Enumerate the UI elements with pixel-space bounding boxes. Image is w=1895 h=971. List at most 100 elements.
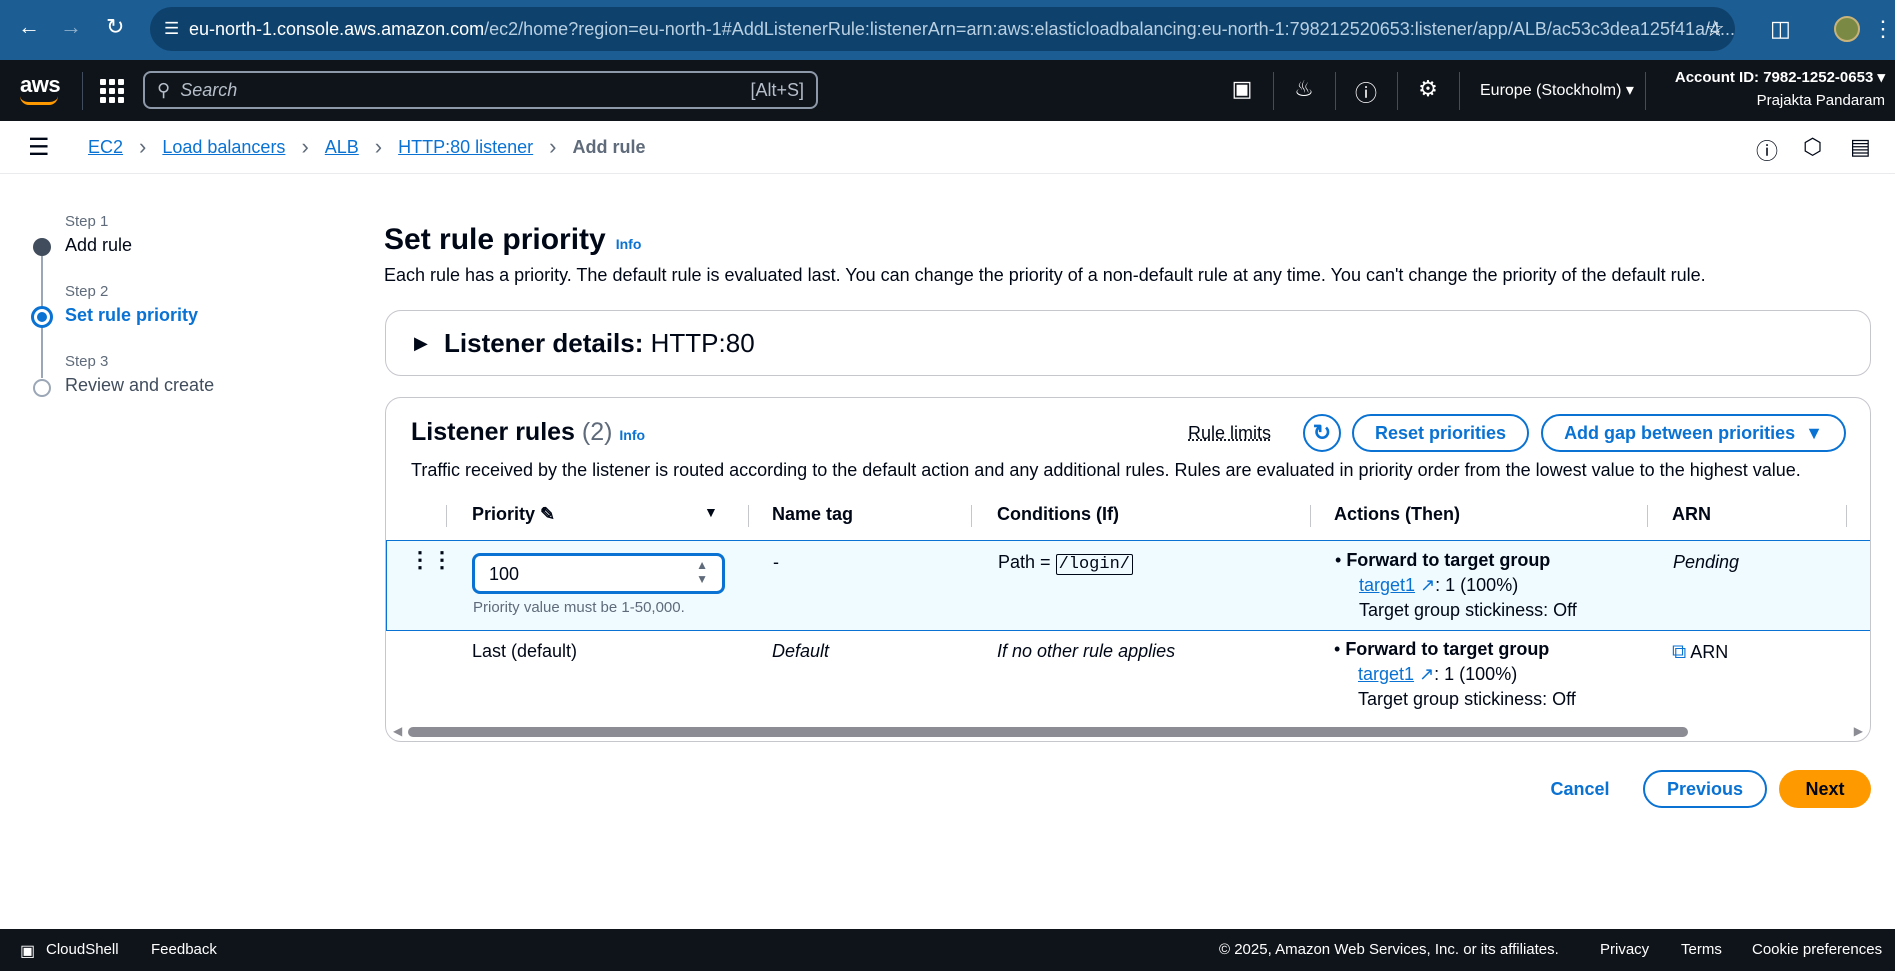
- cancel-button[interactable]: Cancel: [1530, 770, 1630, 808]
- target-group-link[interactable]: target1: [1358, 664, 1414, 684]
- cloudshell-link[interactable]: CloudShell: [46, 941, 119, 958]
- bookmark-star-icon[interactable]: ☆: [1705, 16, 1725, 42]
- stickiness-text: Target group stickiness: Off: [1358, 689, 1576, 709]
- scroll-right-icon[interactable]: ▶: [1854, 724, 1863, 738]
- breadcrumb-ec2[interactable]: EC2: [88, 137, 123, 158]
- condition-path-value: /login/: [1055, 554, 1133, 575]
- security-settings-icon[interactable]: ⬡: [1803, 134, 1822, 160]
- cloudshell-icon[interactable]: ▣: [20, 941, 35, 961]
- step-3-dot: [33, 379, 51, 397]
- step-3-number: Step 3: [65, 353, 109, 370]
- info-panel-icon[interactable]: ⓘ: [1756, 134, 1778, 166]
- condition-cell: If no other rule applies: [997, 641, 1176, 661]
- privacy-link[interactable]: Privacy: [1600, 941, 1649, 958]
- feedback-link[interactable]: Feedback: [151, 941, 217, 958]
- arn-cell: Pending: [1673, 552, 1740, 572]
- search-shortcut: [Alt+S]: [750, 79, 804, 100]
- site-settings-icon[interactable]: ☰: [164, 19, 189, 39]
- drag-handle-icon[interactable]: ⋮⋮: [409, 547, 453, 573]
- reset-priorities-button[interactable]: Reset priorities: [1352, 414, 1529, 452]
- chevron-right-icon: ›: [301, 134, 309, 159]
- rule-limits-link[interactable]: Rule limits: [1188, 423, 1271, 444]
- rules-count: (2): [581, 418, 613, 446]
- terms-link[interactable]: Terms: [1681, 941, 1722, 958]
- region-selector[interactable]: Europe (Stockholm) ▾: [1480, 80, 1634, 100]
- info-link[interactable]: Info: [616, 236, 642, 252]
- step-1-label[interactable]: Add rule: [65, 235, 132, 256]
- column-separator: [971, 505, 972, 527]
- sort-caret-icon[interactable]: ▼: [704, 504, 718, 520]
- cloudshell-icon[interactable]: ▣: [1228, 76, 1256, 102]
- column-priority-label: Priority: [472, 504, 536, 524]
- previous-button[interactable]: Previous: [1643, 770, 1767, 808]
- chevron-right-icon: ›: [374, 134, 383, 159]
- column-separator: [446, 505, 447, 527]
- listener-details-label: Listener details:: [444, 328, 644, 358]
- step-connector: [41, 256, 43, 308]
- aws-logo-smile: [20, 96, 58, 105]
- aws-logo-text: aws: [20, 72, 61, 97]
- external-link-icon: ↗: [1420, 575, 1436, 595]
- help-icon[interactable]: ⓘ: [1352, 76, 1380, 108]
- aws-logo[interactable]: aws: [20, 72, 61, 105]
- next-button[interactable]: Next: [1779, 770, 1871, 808]
- external-link-icon: ↗: [1419, 664, 1435, 684]
- divider: [82, 72, 83, 110]
- breadcrumb-listener[interactable]: HTTP:80 listener: [398, 137, 533, 158]
- console-feedback-icon[interactable]: ▤: [1850, 134, 1871, 160]
- settings-gear-icon[interactable]: ⚙: [1414, 76, 1442, 102]
- column-conditions: Conditions (If): [997, 504, 1119, 524]
- search-input[interactable]: ⚲ Search [Alt+S]: [143, 71, 818, 109]
- column-separator: [1647, 505, 1648, 527]
- copy-icon: ⧉: [1672, 641, 1687, 663]
- column-separator: [748, 505, 749, 527]
- browser-toolbar: ← → ↻ ☰ eu-north-1.console.aws.amazon.co…: [0, 0, 1895, 60]
- column-actions: Actions (Then): [1334, 504, 1460, 524]
- scrollbar-thumb[interactable]: [408, 727, 1688, 737]
- browser-menu-icon[interactable]: ⋮: [1872, 16, 1894, 42]
- profile-avatar[interactable]: [1834, 16, 1860, 42]
- hamburger-menu-icon[interactable]: ☰: [28, 133, 88, 162]
- breadcrumb-load-balancers[interactable]: Load balancers: [162, 137, 285, 158]
- forward-icon[interactable]: →: [60, 14, 82, 40]
- extensions-icon[interactable]: ◫: [1770, 16, 1791, 42]
- column-name-tag: Name tag: [772, 504, 854, 524]
- url-host: eu-north-1.console.aws.amazon.com: [188, 18, 485, 39]
- listener-details-expander[interactable]: ▶ Listener details: HTTP:80: [385, 310, 1871, 376]
- listener-rules-title: Listener rules (2) Info: [411, 418, 645, 447]
- page-header: Set rule priority Info: [384, 223, 641, 257]
- search-placeholder: Search: [180, 79, 238, 100]
- cookie-preferences-link[interactable]: Cookie preferences: [1752, 941, 1882, 958]
- address-bar[interactable]: ☰ eu-north-1.console.aws.amazon.com/ec2/…: [150, 7, 1735, 51]
- arn-copy-button[interactable]: ⧉ ARN: [1672, 641, 1728, 664]
- breadcrumb: ☰ EC2 › Load balancers › ALB › HTTP:80 l…: [0, 121, 1895, 174]
- account-menu[interactable]: Account ID: 7982-1252-0653 ▾: [1640, 68, 1885, 86]
- reload-icon[interactable]: ↻: [106, 14, 124, 40]
- add-gap-dropdown-button[interactable]: Add gap between priorities ▼: [1541, 414, 1846, 452]
- name-tag-cell: Default: [772, 641, 830, 661]
- priority-input[interactable]: 100 ▲ ▼: [472, 553, 725, 594]
- column-priority[interactable]: Priority ✎: [472, 504, 555, 525]
- priority-cell: Last (default): [472, 641, 578, 661]
- info-link[interactable]: Info: [619, 427, 645, 443]
- notifications-bell-icon[interactable]: ♨: [1290, 76, 1318, 102]
- refresh-button[interactable]: ↻: [1303, 414, 1341, 452]
- action-title: Forward to target group: [1345, 639, 1550, 659]
- services-grid-icon[interactable]: [100, 79, 124, 103]
- column-separator: [1846, 505, 1847, 527]
- stepper-icon[interactable]: ▲ ▼: [696, 558, 708, 586]
- step-2-dot: [31, 306, 53, 328]
- chevron-right-icon: ›: [549, 134, 557, 159]
- listener-rules-panel: Listener rules (2) Info Rule limits ↻ Re…: [385, 397, 1871, 742]
- breadcrumb-alb[interactable]: ALB: [325, 137, 359, 158]
- back-icon[interactable]: ←: [18, 14, 40, 40]
- refresh-icon: ↻: [1312, 420, 1332, 445]
- divider: [1459, 72, 1460, 110]
- step-3-label: Review and create: [65, 375, 215, 395]
- target-group-link[interactable]: target1: [1359, 575, 1415, 595]
- caret-down-icon: ▾: [1625, 82, 1634, 99]
- scroll-left-icon[interactable]: ◀: [393, 724, 402, 738]
- listener-rules-heading: Listener rules: [411, 418, 575, 446]
- horizontal-scrollbar[interactable]: ◀ ▶: [393, 721, 1863, 743]
- listener-details-value: HTTP:80: [650, 328, 755, 358]
